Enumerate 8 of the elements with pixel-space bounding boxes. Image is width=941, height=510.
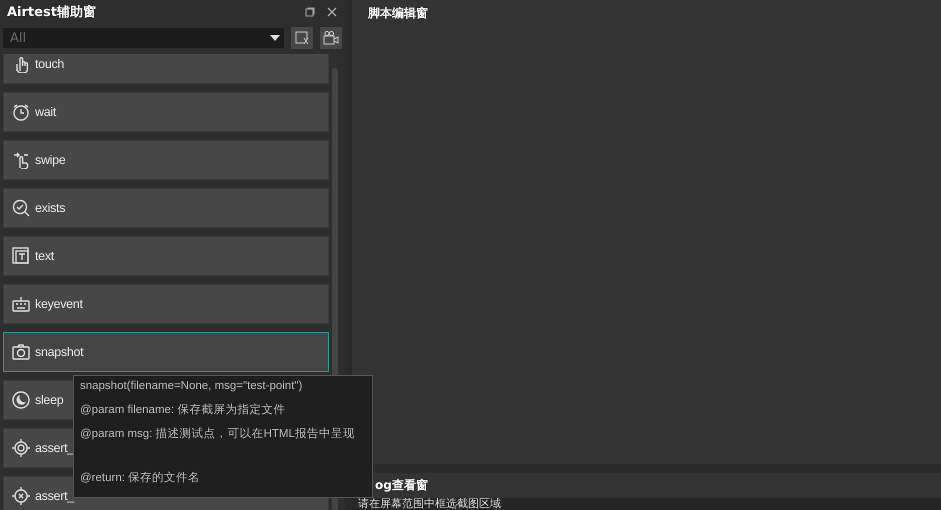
editor-title: 脚本编辑窗 <box>368 6 428 20</box>
log-title: og查看窗 <box>375 477 428 494</box>
log-message: 请在屏幕范围中框选截图区域 <box>358 498 501 510</box>
panel-title: Airtest辅助窗 <box>7 4 97 21</box>
tooltip-line: @param filename: 保存截屏为指定文件 <box>80 402 286 418</box>
tooltip-line: @return: 保存的文件名 <box>80 470 202 486</box>
tooltip-line: @param msg: 描述测试点，可以在HTML报告中呈现 <box>80 426 356 442</box>
tooltip-line: snapshot(filename=None, msg="test-point") <box>80 379 304 394</box>
